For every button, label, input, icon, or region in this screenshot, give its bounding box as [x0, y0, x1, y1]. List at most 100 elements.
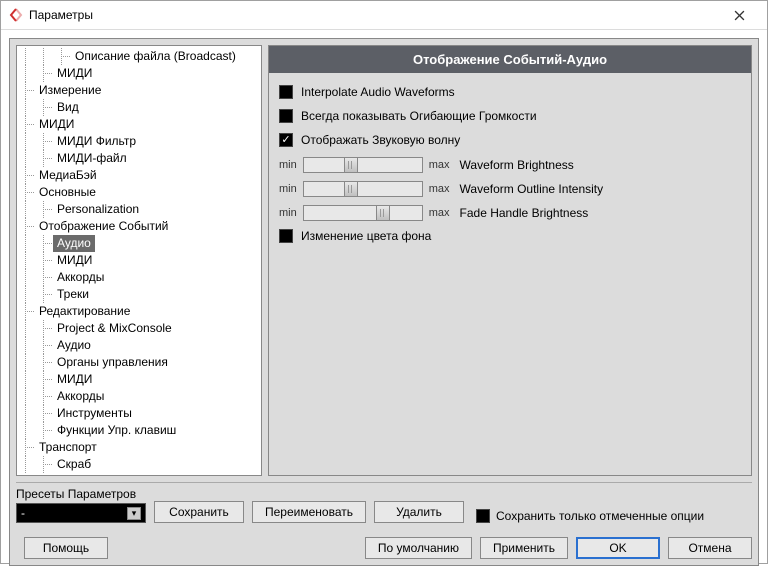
option-label: Изменение цвета фона: [301, 229, 431, 243]
slider-fade-handle-brightness: min max Fade Handle Brightness: [279, 205, 741, 221]
tree-item-label: МИДИ-файл: [53, 150, 131, 167]
rename-preset-button[interactable]: Переименовать: [252, 501, 366, 523]
slider-thumb[interactable]: [376, 205, 390, 221]
tree-item-label: МИДИ: [53, 252, 96, 269]
tree-item[interactable]: Измерение: [17, 82, 261, 99]
tree-item[interactable]: МИДИ: [17, 371, 261, 388]
tree-item-label: Аккорды: [53, 388, 108, 405]
option-show-waveform[interactable]: Отображать Звуковую волну: [279, 133, 741, 147]
option-label: Всегда показывать Огибающие Громкости: [301, 109, 537, 123]
defaults-button[interactable]: По умолчанию: [365, 537, 472, 559]
checkbox-icon[interactable]: [476, 509, 490, 523]
tree-item-label: Скраб: [53, 456, 95, 473]
tree-item[interactable]: Основные: [17, 184, 261, 201]
save-preset-button[interactable]: Сохранить: [154, 501, 244, 523]
tree-item-label: Основные: [35, 184, 100, 201]
tree-item[interactable]: Аккорды: [17, 388, 261, 405]
slider-label: Waveform Outline Intensity: [460, 182, 604, 196]
tree-item-label: МИДИ Фильтр: [53, 133, 140, 150]
slider-outline-intensity: min max Waveform Outline Intensity: [279, 181, 741, 197]
tree-item-label: МИДИ: [35, 116, 78, 133]
delete-preset-button[interactable]: Удалить: [374, 501, 464, 523]
tree-item-label: Аккорды: [53, 269, 108, 286]
tree-item-label: Инструменты: [53, 405, 136, 422]
tree-item[interactable]: Органы управления: [17, 354, 261, 371]
tree-item[interactable]: Аудио: [17, 337, 261, 354]
slider-waveform-brightness: min max Waveform Brightness: [279, 157, 741, 173]
tree-item[interactable]: Отображение Событий: [17, 218, 261, 235]
window-title: Параметры: [29, 8, 719, 22]
option-label: Interpolate Audio Waveforms: [301, 85, 455, 99]
category-tree[interactable]: Описание файла (Broadcast)МИДИИзмерениеВ…: [16, 45, 262, 476]
presets-label: Пресеты Параметров: [16, 487, 146, 501]
tree-item[interactable]: Project & MixConsole: [17, 320, 261, 337]
save-marked-option[interactable]: Сохранить только отмеченные опции: [472, 509, 704, 523]
checkbox-icon[interactable]: [279, 85, 293, 99]
tree-item-label: Вид: [53, 99, 83, 116]
tree-item[interactable]: Транспорт: [17, 439, 261, 456]
titlebar: Параметры: [1, 1, 767, 30]
tree-item[interactable]: Аккорды: [17, 269, 261, 286]
tree-item-label: МедиаБэй: [35, 167, 101, 184]
tree-item-label: Project & MixConsole: [53, 320, 176, 337]
slider-label: Fade Handle Brightness: [460, 206, 589, 220]
slider-track[interactable]: [303, 157, 423, 173]
option-label: Сохранить только отмеченные опции: [496, 509, 704, 523]
tree-item-label: МИДИ: [53, 65, 96, 82]
tree-item[interactable]: Аудио: [17, 235, 261, 252]
tree-item[interactable]: МИДИ: [17, 116, 261, 133]
tree-item[interactable]: МедиаБэй: [17, 167, 261, 184]
footer-bar: Помощь По умолчанию Применить OK Отмена: [16, 533, 752, 559]
option-background-color-change[interactable]: Изменение цвета фона: [279, 229, 741, 243]
checkbox-icon[interactable]: [279, 229, 293, 243]
presets-bar: Пресеты Параметров - ▾ Сохранить Переиме…: [16, 482, 752, 533]
tree-item-label: МИДИ: [53, 371, 96, 388]
tree-item-label: Personalization: [53, 201, 143, 218]
tree-item[interactable]: Редактирование: [17, 303, 261, 320]
slider-thumb[interactable]: [344, 157, 358, 173]
tree-item-label: Аудио: [53, 235, 95, 252]
tree-item-label: Транспорт: [35, 439, 101, 456]
tree-item[interactable]: Вид: [17, 99, 261, 116]
slider-track[interactable]: [303, 181, 423, 197]
tree-item-label: Органы управления: [53, 354, 172, 371]
dialog-body: Описание файла (Broadcast)МИДИИзмерениеВ…: [9, 38, 759, 566]
slider-thumb[interactable]: [344, 181, 358, 197]
tree-item-label: Треки: [53, 286, 93, 303]
tree-item[interactable]: МИДИ Фильтр: [17, 133, 261, 150]
tree-item[interactable]: МИДИ: [17, 252, 261, 269]
chevron-down-icon: ▾: [127, 507, 141, 520]
tree-item[interactable]: Треки: [17, 286, 261, 303]
ok-button[interactable]: OK: [576, 537, 660, 559]
apply-button[interactable]: Применить: [480, 537, 568, 559]
option-interpolate[interactable]: Interpolate Audio Waveforms: [279, 85, 741, 99]
content-pane: Отображение Событий-Аудио Interpolate Au…: [268, 45, 752, 476]
tree-item[interactable]: Скраб: [17, 456, 261, 473]
tree-item-label: Функции Упр. клавиш: [53, 422, 180, 439]
checkbox-icon[interactable]: [279, 109, 293, 123]
tree-item-label: Отображение Событий: [35, 218, 172, 235]
presets-dropdown[interactable]: - ▾: [16, 503, 146, 523]
tree-item-label: Аудио: [53, 337, 95, 354]
close-button[interactable]: [719, 1, 759, 29]
help-button[interactable]: Помощь: [24, 537, 108, 559]
cancel-button[interactable]: Отмена: [668, 537, 752, 559]
option-always-show-envelopes[interactable]: Всегда показывать Огибающие Громкости: [279, 109, 741, 123]
checkbox-icon[interactable]: [279, 133, 293, 147]
option-label: Отображать Звуковую волну: [301, 133, 460, 147]
app-icon: [9, 8, 23, 22]
dropdown-value: -: [21, 506, 25, 520]
tree-item-label: Редактирование: [35, 303, 134, 320]
tree-item[interactable]: Инструменты: [17, 405, 261, 422]
tree-item[interactable]: МИДИ-файл: [17, 150, 261, 167]
tree-item[interactable]: Функции Упр. клавиш: [17, 422, 261, 439]
tree-item[interactable]: Personalization: [17, 201, 261, 218]
preferences-window: Параметры Описание файла (Broadcast)МИДИ…: [0, 0, 768, 564]
tree-item[interactable]: МИДИ: [17, 65, 261, 82]
tree-item[interactable]: Описание файла (Broadcast): [17, 48, 261, 65]
tree-item-label: Измерение: [35, 82, 105, 99]
slider-track[interactable]: [303, 205, 423, 221]
tree-item-label: Описание файла (Broadcast): [71, 48, 240, 65]
slider-label: Waveform Brightness: [460, 158, 574, 172]
content-header: Отображение Событий-Аудио: [269, 46, 751, 73]
